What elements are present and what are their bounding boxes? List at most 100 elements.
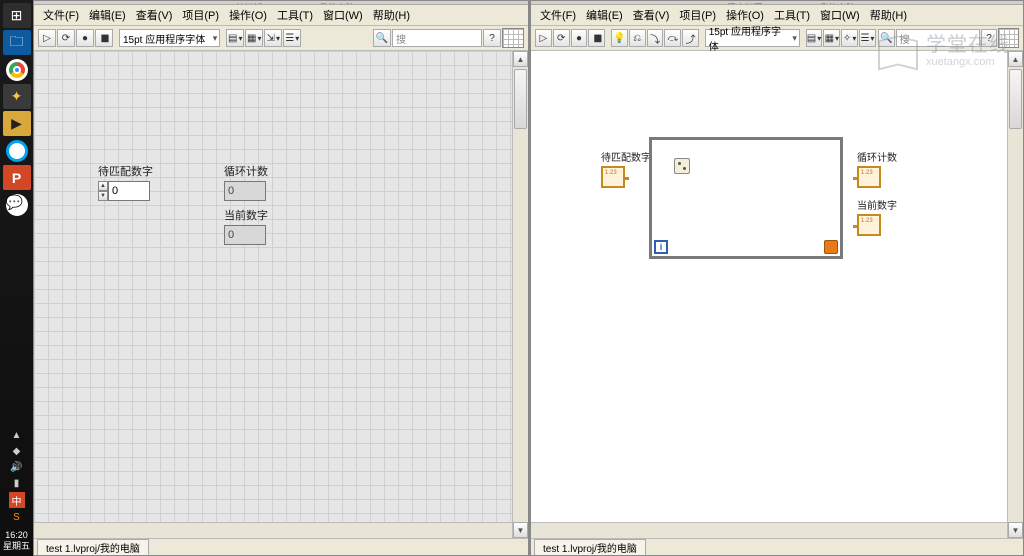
run-continuous-button[interactable]: ⟳ — [57, 29, 75, 47]
search-icon[interactable]: 🔍 — [878, 29, 895, 47]
terminal-current-label: 当前数字 — [857, 197, 885, 212]
pause-button[interactable]: ▮▮ — [95, 29, 113, 47]
front-panel-canvas[interactable]: 待匹配数字 ▲▼ 0 循环计数 0 当前数字 0 ▲▼ — [34, 51, 528, 538]
menu-view[interactable]: 查看(V) — [131, 6, 178, 24]
indicator-loop-count: 循环计数 0 — [224, 163, 268, 201]
menu-operate[interactable]: 操作(O) — [721, 6, 769, 24]
tray-shield-icon[interactable]: ◆ — [10, 444, 24, 458]
menu-help[interactable]: 帮助(H) — [865, 6, 912, 24]
taskbar-explorer[interactable]: 🗀 — [3, 30, 31, 55]
taskbar-qq[interactable]: 💬 — [3, 192, 31, 217]
menu-operate[interactable]: 操作(O) — [224, 6, 272, 24]
taskbar: ⊞ 🗀 ✦ ▶ P 💬 ▲ ◆ 🔊 ▮ 中 S 16:20 星期五 — [0, 0, 33, 556]
step-into-button[interactable]: ⤵ — [647, 29, 664, 47]
menu-file[interactable]: 文件(F) — [38, 6, 84, 24]
tray-ime-icon[interactable]: 中 — [9, 492, 25, 508]
taskbar-powerpoint[interactable]: P — [3, 165, 31, 190]
abort-button[interactable]: ● — [76, 29, 94, 47]
tray-flag-icon[interactable]: ▲ — [10, 428, 24, 442]
spinner-match[interactable]: ▲▼ — [98, 181, 108, 201]
pause-button[interactable]: ▮▮ — [588, 29, 605, 47]
reorder-button[interactable]: ☰ — [283, 29, 301, 47]
align-button[interactable]: ▤ — [226, 29, 244, 47]
menubar-left: 文件(F) 编辑(E) 查看(V) 项目(P) 操作(O) 工具(T) 窗口(W… — [34, 5, 528, 26]
help-icon[interactable]: ? — [483, 29, 501, 47]
menu-tools[interactable]: 工具(T) — [272, 6, 318, 24]
taskbar-opera[interactable] — [3, 138, 31, 163]
reorder-button[interactable]: ☰ — [859, 29, 876, 47]
system-tray: ▲ ◆ 🔊 ▮ 中 S — [9, 424, 25, 528]
scrollbar-horizontal-right[interactable] — [531, 522, 1007, 538]
control-match-label: 待匹配数字 — [98, 163, 153, 179]
menu-window[interactable]: 窗口(W) — [815, 6, 865, 24]
terminal-match-label: 待匹配数字 — [601, 149, 629, 164]
menu-help[interactable]: 帮助(H) — [368, 6, 415, 24]
status-tab-left[interactable]: test 1.lvproj/我的电脑 — [37, 539, 149, 555]
cleanup-button[interactable]: ✧ — [841, 29, 858, 47]
taskbar-clock[interactable]: 16:20 星期五 — [3, 528, 30, 556]
search-input[interactable]: 搜 — [392, 29, 482, 47]
toolbar-right: ▷ ⟳ ● ▮▮ 💡 ⎌ ⤵ ⤼ ⤴ 15pt 应用程序字体 ▤ ▦ ✧ ☰ 🔍… — [531, 26, 1023, 51]
input-match[interactable]: 0 — [108, 181, 150, 201]
scrollbar-vertical-right[interactable]: ▲▼ — [1007, 51, 1023, 538]
font-selector[interactable]: 15pt 应用程序字体 — [119, 29, 220, 47]
terminal-loop-count[interactable]: 循环计数 — [857, 149, 885, 188]
terminal-loop-label: 循环计数 — [857, 149, 885, 164]
run-continuous-button[interactable]: ⟳ — [553, 29, 570, 47]
retain-wire-button[interactable]: ⎌ — [629, 29, 646, 47]
run-button[interactable]: ▷ — [38, 29, 56, 47]
terminal-current-number[interactable]: 当前数字 — [857, 197, 885, 236]
statusbar-left: test 1.lvproj/我的电脑 — [34, 538, 528, 555]
front-panel-window: test 1.vi 前面板 ( test 1.lvproj/我的电脑 ) 文件(… — [33, 0, 529, 556]
menu-window[interactable]: 窗口(W) — [318, 6, 368, 24]
block-diagram-canvas[interactable]: 待匹配数字 i 循环计数 当前数字 ▲▼ — [531, 51, 1023, 538]
menu-view[interactable]: 查看(V) — [628, 6, 675, 24]
indicator-loop-value: 0 — [224, 181, 266, 201]
font-selector[interactable]: 15pt 应用程序字体 — [705, 29, 800, 47]
scrollbar-horizontal-left[interactable] — [34, 522, 512, 538]
icon-editor-button[interactable] — [998, 28, 1019, 48]
step-out-button[interactable]: ⤴ — [682, 29, 699, 47]
menu-edit[interactable]: 编辑(E) — [581, 6, 628, 24]
menu-file[interactable]: 文件(F) — [535, 6, 581, 24]
step-over-button[interactable]: ⤼ — [664, 29, 681, 47]
search-icon[interactable]: 🔍 — [373, 29, 391, 47]
align-button[interactable]: ▤ — [806, 29, 823, 47]
statusbar-right: test 1.lvproj/我的电脑 — [531, 538, 1023, 555]
loop-iteration-terminal[interactable]: i — [654, 240, 668, 254]
start-button[interactable]: ⊞ — [3, 3, 31, 28]
toolbar-left: ▷ ⟳ ● ▮▮ 15pt 应用程序字体 ▤ ▦ ⇲ ☰ 🔍 搜 ? — [34, 26, 528, 51]
tray-network-icon[interactable]: ▮ — [10, 476, 24, 490]
menu-edit[interactable]: 编辑(E) — [84, 6, 131, 24]
tray-sogou-icon[interactable]: S — [10, 510, 24, 524]
icon-editor-button[interactable] — [502, 28, 524, 48]
distribute-button[interactable]: ▦ — [823, 29, 840, 47]
menu-tools[interactable]: 工具(T) — [769, 6, 815, 24]
taskbar-chrome[interactable] — [3, 57, 31, 82]
resize-button[interactable]: ⇲ — [264, 29, 282, 47]
desktop: ⊞ 🗀 ✦ ▶ P 💬 ▲ ◆ 🔊 ▮ 中 S 16:20 星期五 test 1… — [0, 0, 1024, 556]
help-icon[interactable]: ? — [981, 29, 998, 47]
control-match-number: 待匹配数字 ▲▼ 0 — [98, 163, 153, 201]
block-diagram-window: test 1.vi 程序框图 ( test 1.lvproj/我的电脑 ) 文件… — [529, 0, 1024, 556]
indicator-current-number: 当前数字 0 — [224, 207, 268, 245]
loop-stop-terminal[interactable] — [824, 240, 838, 254]
indicator-current-value: 0 — [224, 225, 266, 245]
menu-project[interactable]: 项目(P) — [177, 6, 224, 24]
taskbar-play[interactable]: ▶ — [3, 111, 31, 136]
terminal-match-number[interactable]: 待匹配数字 — [601, 149, 629, 188]
taskbar-potplayer[interactable]: ✦ — [3, 84, 31, 109]
while-loop[interactable]: i — [649, 137, 843, 259]
menu-project[interactable]: 项目(P) — [674, 6, 721, 24]
indicator-current-label: 当前数字 — [224, 207, 268, 223]
distribute-button[interactable]: ▦ — [245, 29, 263, 47]
tray-volume-icon[interactable]: 🔊 — [10, 460, 24, 474]
clock-time: 16:20 — [3, 530, 30, 541]
scrollbar-vertical-left[interactable]: ▲▼ — [512, 51, 528, 538]
highlight-execution-button[interactable]: 💡 — [611, 29, 628, 47]
random-dice-node[interactable] — [674, 158, 690, 174]
status-tab-right[interactable]: test 1.lvproj/我的电脑 — [534, 539, 646, 555]
search-input[interactable]: 搜 — [896, 29, 980, 47]
abort-button[interactable]: ● — [571, 29, 588, 47]
run-button[interactable]: ▷ — [535, 29, 552, 47]
